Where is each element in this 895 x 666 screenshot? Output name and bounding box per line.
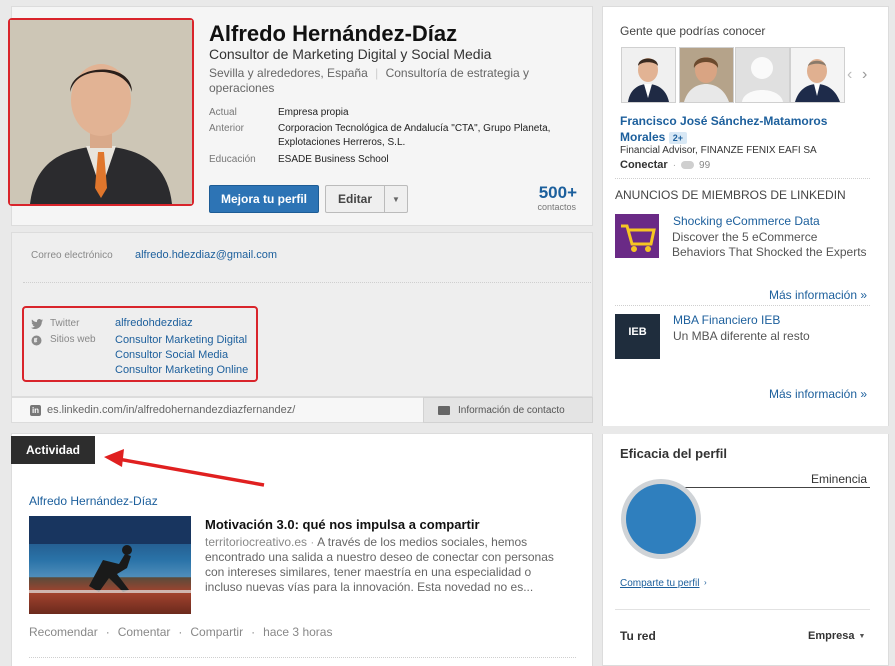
location-link[interactable]: Sevilla y alrededores, España xyxy=(209,66,368,80)
post-thumbnail[interactable] xyxy=(29,516,191,614)
twitter-link[interactable]: alfredohdezdiaz xyxy=(115,317,193,329)
tab-activity[interactable]: Actividad xyxy=(11,436,95,464)
runner-image xyxy=(29,516,191,593)
ads-title: ANUNCIOS DE MIEMBROS DE LINKEDIN xyxy=(615,188,846,202)
divider xyxy=(615,305,870,306)
comment-link[interactable]: Comentar xyxy=(118,625,171,639)
connect-link[interactable]: Conectar xyxy=(620,159,668,171)
email-label: Correo electrónico xyxy=(31,250,113,261)
profile-photo-image xyxy=(10,20,192,204)
strength-level-line xyxy=(684,487,870,488)
suggested-person-avatar-4[interactable] xyxy=(790,47,845,103)
separator: | xyxy=(375,66,379,80)
twitter-label: Twitter xyxy=(50,318,80,329)
connections-count[interactable]: 500+ xyxy=(522,183,577,203)
divider xyxy=(615,178,870,179)
ad-2-body: Un MBA diferente al resto xyxy=(673,329,810,343)
connect-row: Conectar · 99 xyxy=(620,159,710,171)
chevron-left-icon[interactable]: ‹ xyxy=(847,66,852,84)
annotation-arrow xyxy=(104,449,265,487)
contact-info-label: Información de contacto xyxy=(458,404,565,416)
ieb-ad-logo[interactable]: IEB xyxy=(615,314,660,359)
section-gap xyxy=(602,426,889,434)
recommend-link[interactable]: Recomendar xyxy=(29,625,98,639)
shared-connections-count[interactable]: 99 xyxy=(699,160,710,171)
twitter-icon xyxy=(31,319,43,329)
profile-location-industry: Sevilla y alrededores, España | Consulto… xyxy=(209,66,549,96)
ad-1-more-link[interactable]: Más información » xyxy=(769,288,867,302)
suggested-person-name[interactable]: Francisco José Sánchez-Matamoros Morales… xyxy=(620,113,845,146)
current-label: Actual xyxy=(209,107,237,118)
previous-label: Anterior xyxy=(209,123,245,134)
public-url-link[interactable]: es.linkedin.com/in/alfredohernandezdiazf… xyxy=(47,404,295,416)
ad-1-title[interactable]: Shocking eCommerce Data xyxy=(673,214,820,228)
profile-photo[interactable] xyxy=(8,18,194,206)
connections-label: contactos xyxy=(537,202,576,212)
default-avatar-icon xyxy=(736,48,789,102)
chevron-right-icon[interactable]: › xyxy=(862,66,867,84)
ad-2-more-link[interactable]: Más información » xyxy=(769,387,867,401)
suggested-person-avatar-1[interactable] xyxy=(621,47,676,103)
strength-level-label: Eminencia xyxy=(811,472,868,486)
divider xyxy=(23,282,591,283)
pymk-title: Gente que podrías conocer xyxy=(620,24,766,38)
divider xyxy=(29,657,576,658)
degree-badge: 2+ xyxy=(668,132,687,144)
dot-separator: · xyxy=(672,159,677,171)
caret-right-icon: › xyxy=(704,578,707,587)
profile-headline: Consultor de Marketing Digital y Social … xyxy=(209,46,492,62)
post-source: territoriocreativo.es xyxy=(205,535,308,549)
dot-separator: · xyxy=(105,625,110,639)
website-link-3[interactable]: Consultor Marketing Online xyxy=(115,364,248,376)
share-link[interactable]: Compartir xyxy=(190,625,243,639)
profile-name: Alfredo Hernández-Díaz xyxy=(209,21,458,46)
education-value[interactable]: ESADE Business School xyxy=(278,153,578,167)
post-preview: territoriocreativo.es · A través de los … xyxy=(205,535,555,595)
chevron-down-icon: ▼ xyxy=(392,194,400,204)
post-actions: Recomendar · Comentar · Compartir · hace… xyxy=(29,625,332,639)
shopping-cart-icon xyxy=(615,214,659,258)
person-photo xyxy=(791,48,844,102)
previous-value[interactable]: Corporacion Tecnológica de Andalucía "CT… xyxy=(278,122,578,150)
edit-dropdown-button[interactable]: ▼ xyxy=(384,185,408,213)
activity-author-link[interactable]: Alfredo Hernández-Díaz xyxy=(29,494,158,508)
email-link[interactable]: alfredo.hdezdiaz@gmail.com xyxy=(135,249,277,261)
share-profile-link[interactable]: Comparte tu perfil xyxy=(620,578,699,589)
person-photo xyxy=(622,48,675,102)
globe-icon xyxy=(31,335,42,346)
profile-strength-meter[interactable] xyxy=(621,479,701,559)
network-filter-label: Empresa xyxy=(808,630,855,642)
strength-fill xyxy=(626,484,696,554)
contact-info-tab[interactable]: Información de contacto xyxy=(423,397,593,423)
post-title-link[interactable]: Motivación 3.0: qué nos impulsa a compar… xyxy=(205,517,480,532)
divider xyxy=(615,609,870,610)
ecommerce-ad-logo[interactable] xyxy=(615,214,659,258)
ad-2-title[interactable]: MBA Financiero IEB xyxy=(673,313,780,327)
your-network-title: Tu red xyxy=(620,629,656,643)
address-card-icon xyxy=(438,405,450,415)
ieb-logo-text: IEB xyxy=(628,326,647,338)
network-filter-dropdown[interactable]: Empresa ▼ xyxy=(808,630,865,642)
edit-button[interactable]: Editar xyxy=(325,185,385,213)
website-link-1[interactable]: Consultor Marketing Digital xyxy=(115,334,247,346)
website-link-2[interactable]: Consultor Social Media xyxy=(115,349,228,361)
current-value[interactable]: Empresa propia xyxy=(278,106,578,120)
improve-profile-button[interactable]: Mejora tu perfil xyxy=(209,185,319,213)
post-time: hace 3 horas xyxy=(263,625,333,639)
dot-separator: · xyxy=(178,625,183,639)
shared-connections-icon xyxy=(681,161,695,169)
suggested-person-avatar-2[interactable] xyxy=(679,47,734,103)
chevron-down-icon: ▼ xyxy=(858,632,866,640)
websites-label: Sitios web xyxy=(50,334,96,345)
suggested-person-avatar-3[interactable] xyxy=(735,47,790,103)
dot-separator: · xyxy=(251,625,256,639)
education-label: Educación xyxy=(209,154,256,165)
profile-strength-title: Eficacia del perfil xyxy=(620,446,727,461)
ad-1-body: Discover the 5 eCommerce Behaviors That … xyxy=(672,230,867,259)
linkedin-icon: in xyxy=(30,405,41,416)
person-photo xyxy=(680,48,733,102)
suggested-person-headline: Financial Advisor, FINANZE FENIX EAFI SA xyxy=(620,145,817,156)
person-name-text: Francisco José Sánchez-Matamoros Morales xyxy=(620,114,828,144)
